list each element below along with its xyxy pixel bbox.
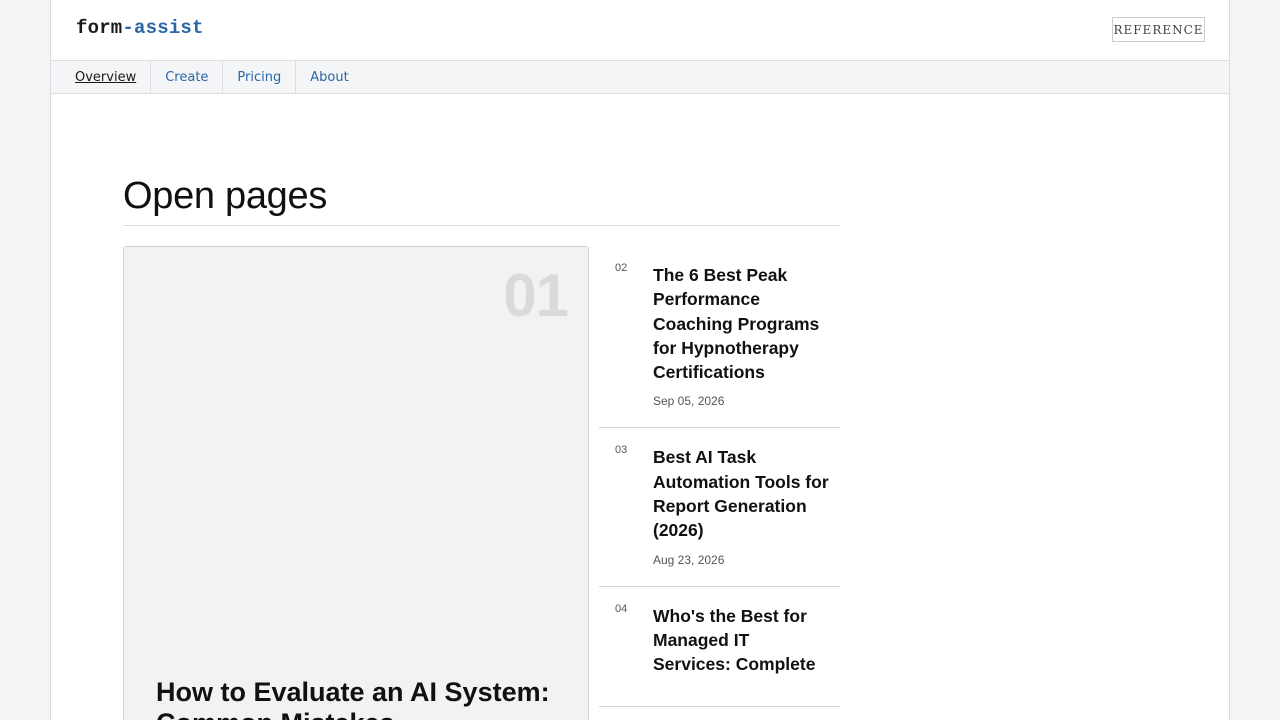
- article-title[interactable]: Best AI Task Automation Tools for Report…: [653, 428, 831, 542]
- featured-article-number: 01: [503, 262, 569, 329]
- article-number: 02: [615, 262, 628, 274]
- nav-item-pricing[interactable]: Pricing: [223, 61, 297, 93]
- featured-article-card[interactable]: 01 How to Evaluate an AI System: Common …: [123, 246, 589, 720]
- logo-text-accent: -assist: [122, 17, 204, 39]
- nav-item-overview[interactable]: Overview: [61, 61, 152, 93]
- reference-button[interactable]: REFERENCE: [1112, 17, 1205, 42]
- article-number: 04: [615, 602, 628, 615]
- nav-item-about[interactable]: About: [296, 61, 362, 93]
- article-list-item[interactable]: 03 Best AI Task Automation Tools for Rep…: [599, 428, 840, 587]
- article-title[interactable]: The 6 Best Peak Performance Coaching Pro…: [653, 246, 831, 384]
- logo-text-primary: form: [76, 17, 123, 39]
- article-list: 02 The 6 Best Peak Performance Coaching …: [599, 246, 840, 707]
- article-number: 03: [615, 444, 628, 457]
- article-date: Sep 05, 2026: [653, 394, 725, 409]
- site-header: form-assist REFERENCE: [51, 0, 1229, 60]
- main-nav: Overview Create Pricing About: [51, 60, 1229, 94]
- nav-item-create[interactable]: Create: [151, 61, 224, 93]
- section-divider: [123, 225, 840, 226]
- page-frame: form-assist REFERENCE Overview Create Pr…: [50, 0, 1230, 720]
- site-logo[interactable]: form-assist: [76, 17, 204, 39]
- article-date: [653, 687, 840, 706]
- section-title: Open pages: [123, 175, 328, 217]
- article-list-item[interactable]: 02 The 6 Best Peak Performance Coaching …: [599, 246, 840, 429]
- article-date: Aug 23, 2026: [653, 552, 725, 567]
- article-title[interactable]: Who's the Best for Managed IT Services: …: [653, 587, 831, 677]
- article-list-item[interactable]: 04 Who's the Best for Managed IT Service…: [599, 587, 840, 707]
- featured-article-title[interactable]: How to Evaluate an AI System: Common Mis…: [156, 677, 556, 720]
